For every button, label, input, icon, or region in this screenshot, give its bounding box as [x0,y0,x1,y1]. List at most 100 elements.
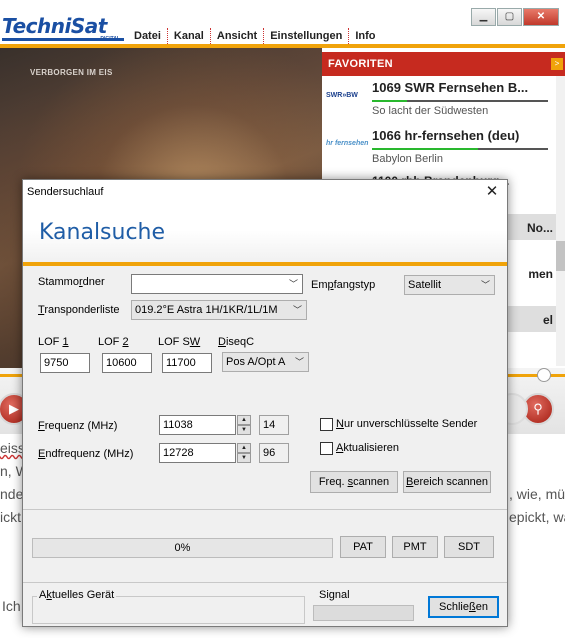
diseqc-dropdown[interactable]: Pos A/Opt A ﹀ [222,352,309,372]
frequency-scan-button[interactable]: Freq. scannen [310,471,398,493]
label-accesskey: F [38,420,45,432]
lof1-input[interactable]: 9750 [40,353,90,373]
dropdown-value: Satellit [408,279,442,291]
current-device-group: Aktuelles Gerät [32,589,305,624]
range-scan-button[interactable]: Bereich scannen [403,471,491,493]
label-text: LOF [38,336,63,348]
button-text: Schlie [439,601,469,613]
label-accesskey: N [336,418,344,430]
dialog-close-icon[interactable]: ✕ [483,183,501,201]
lof1-label: LOF 1 [38,336,69,348]
stammordner-label: Stammordner [38,276,105,288]
label-text: ransponderliste [44,304,120,316]
label-text: tuelles Gerät [51,589,115,601]
favorites-header: FAVORITEN > [322,52,565,76]
menu-kanal[interactable]: Kanal [168,28,211,44]
favorite-progress [372,148,548,150]
hr-logo-icon: hr fernsehen [326,140,369,147]
dropdown-value: 019.2°E Astra 1H/1KR/1L/1M [135,304,278,316]
favorites-title: FAVORITEN [328,58,393,70]
signal-level-bar [313,605,414,621]
minimize-button[interactable]: ▁ [471,8,496,26]
sdt-button[interactable]: SDT [444,536,494,558]
spin-up-icon[interactable]: ▲ [237,415,251,425]
spin-up-icon[interactable]: ▲ [237,443,251,453]
menu-info[interactable]: Info [349,28,381,44]
button-text: en [475,601,488,613]
endfrequenz-label: Endfrequenz (MHz) [38,448,133,460]
empfangstyp-dropdown[interactable]: Satellit ﹀ [404,275,495,295]
separator [23,509,507,510]
label-text: LOF S [158,336,190,348]
chevron-down-icon: ﹀ [480,280,490,290]
endfrequenz-spinner[interactable]: ▲ ▼ [237,443,251,463]
spin-down-icon[interactable]: ▼ [237,425,251,435]
label-text: requenz (MHz) [44,420,118,432]
frequenz-input[interactable]: 11038 [159,415,236,435]
favorites-scrollbar[interactable] [556,76,565,366]
endfrequenz-input[interactable]: 12728 [159,443,236,463]
label-text: LOF [98,336,123,348]
unencrypted-only-checkbox[interactable] [320,418,333,431]
frequenz-label: Frequenz (MHz) [38,420,117,432]
pmt-button[interactable]: PMT [392,536,438,558]
label-accesskey: W [189,336,201,348]
seek-knob[interactable] [537,368,551,382]
favorite-progress [372,100,548,102]
transponder-dropdown[interactable]: 019.2°E Astra 1H/1KR/1L/1M ﹀ [131,300,307,320]
channel-scan-dialog: Sendersuchlauf ✕ Kanalsuche Stammordner … [22,179,508,627]
label-text: iseqC [225,336,255,348]
close-button[interactable]: Schließen [428,596,499,618]
frequenz-channel-field: 14 [259,415,289,435]
article-fragment: , wie, mü [509,486,565,502]
spin-down-icon[interactable]: ▼ [237,453,251,463]
lofsw-label: LOF SW [158,336,200,348]
update-label[interactable]: Aktualisieren [336,442,399,454]
update-checkbox[interactable] [320,442,333,455]
scan-progress-bar: 0% [32,538,333,558]
chevron-down-icon: ﹀ [292,305,302,315]
close-window-button[interactable]: ✕ [523,8,559,26]
favorite-channel-name: 1066 hr-fernsehen (deu) [372,128,520,143]
favorite-partial-text: men [528,267,553,281]
menu-datei[interactable]: Datei [128,28,168,44]
logo-text: TechniSat [2,14,107,38]
screen: TechniSat DIGITAL Datei Kanal Ansicht Ei… [0,0,565,638]
article-fragment: Ich [2,598,21,614]
window-controls: ▁ ▢ ✕ [471,8,559,26]
current-device-label: Aktuelles Gerät [37,589,117,601]
lof2-input[interactable]: 10600 [102,353,152,373]
separator [23,582,507,583]
favorite-show-title: Babylon Berlin [372,153,443,165]
label-text: Stammo [38,276,79,288]
label-text: ur unverschlüsselte Sender [343,418,478,430]
dialog-banner: Kanalsuche [23,204,507,262]
favorite-item[interactable]: SWR»BW 1069 SWR Fernsehen B... So lacht … [322,78,556,122]
frequenz-spinner[interactable]: ▲ ▼ [237,415,251,435]
dropdown-value: Pos A/Opt A [226,356,286,368]
favorite-show-title: So lacht der Südwesten [372,105,489,117]
stammordner-dropdown[interactable]: ﹀ [131,274,303,294]
pat-button[interactable]: PAT [340,536,386,558]
favorite-item[interactable]: hr fernsehen 1066 hr-fernsehen (deu) Bab… [322,126,556,170]
button-text: ereich scannen [413,476,488,488]
menu-einstellungen[interactable]: Einstellungen [264,28,350,44]
dialog-title: Sendersuchlauf [27,186,104,198]
signal-label: Signal [317,589,352,601]
favorite-channel-name: 1069 SWR Fernsehen B... [372,80,529,95]
label-accesskey: 2 [122,336,129,348]
unencrypted-only-label[interactable]: Nur unverschlüsselte Sender [336,418,477,430]
menu-ansicht[interactable]: Ansicht [211,28,265,44]
technisat-logo: TechniSat DIGITAL [2,14,124,42]
lofsw-input[interactable]: 11700 [162,353,212,373]
swr-logo-icon: SWR»BW [326,92,358,99]
label-accesskey: D [218,336,226,348]
favorite-progress-fill [372,100,408,102]
maximize-button[interactable]: ▢ [497,8,522,26]
app-header: TechniSat DIGITAL Datei Kanal Ansicht Ei… [0,0,565,48]
menu-bar: Datei Kanal Ansicht Einstellungen Info [128,28,382,44]
favorites-expand-icon[interactable]: > [551,58,563,70]
chevron-down-icon: ﹀ [294,357,304,367]
scroll-thumb[interactable] [556,241,565,271]
dialog-titlebar[interactable]: Sendersuchlauf ✕ [23,180,507,204]
